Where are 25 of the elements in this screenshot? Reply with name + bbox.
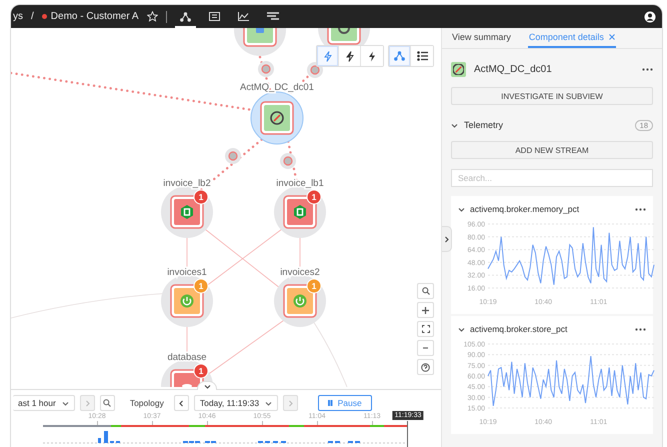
- time-dropdown[interactable]: Today, 11:19:33: [194, 395, 278, 411]
- node-label: invoices1: [167, 267, 207, 278]
- stream-name[interactable]: activemq.broker.store_pct: [470, 324, 630, 334]
- stream-name[interactable]: activemq.broker.memory_pct: [470, 204, 630, 214]
- alert-badge: 1: [194, 364, 208, 378]
- section-title[interactable]: Telemetry: [464, 120, 629, 130]
- component-name: ActMQ_DC_dc01: [474, 64, 553, 74]
- node-label: database: [167, 352, 207, 363]
- breadcrumb-link[interactable]: ys: [13, 11, 23, 22]
- alert-badge: 1: [194, 278, 208, 294]
- alert-badge: 1: [194, 190, 208, 204]
- node-label: invoice_lb1: [276, 178, 324, 189]
- add-stream-button[interactable]: ADD NEW STREAM: [451, 141, 653, 159]
- search-field[interactable]: Search...: [451, 169, 653, 187]
- range-dropdown[interactable]: ast 1 hour: [13, 395, 75, 411]
- breadcrumb-separator: /: [31, 11, 34, 22]
- node-label: invoice_lb2: [163, 178, 211, 189]
- panel-tab[interactable]: View summary: [451, 28, 512, 48]
- view-title[interactable]: Demo - Customer A: [50, 11, 139, 22]
- investigate-button[interactable]: INVESTIGATE IN SUBVIEW: [451, 87, 653, 105]
- alert-badge: 1: [306, 278, 322, 294]
- node-label: invoices2: [280, 267, 320, 278]
- node-label: ActMQ_DC_dc01: [240, 82, 314, 93]
- mode-label: Topology: [130, 398, 164, 408]
- alert-badge: 1: [306, 190, 322, 204]
